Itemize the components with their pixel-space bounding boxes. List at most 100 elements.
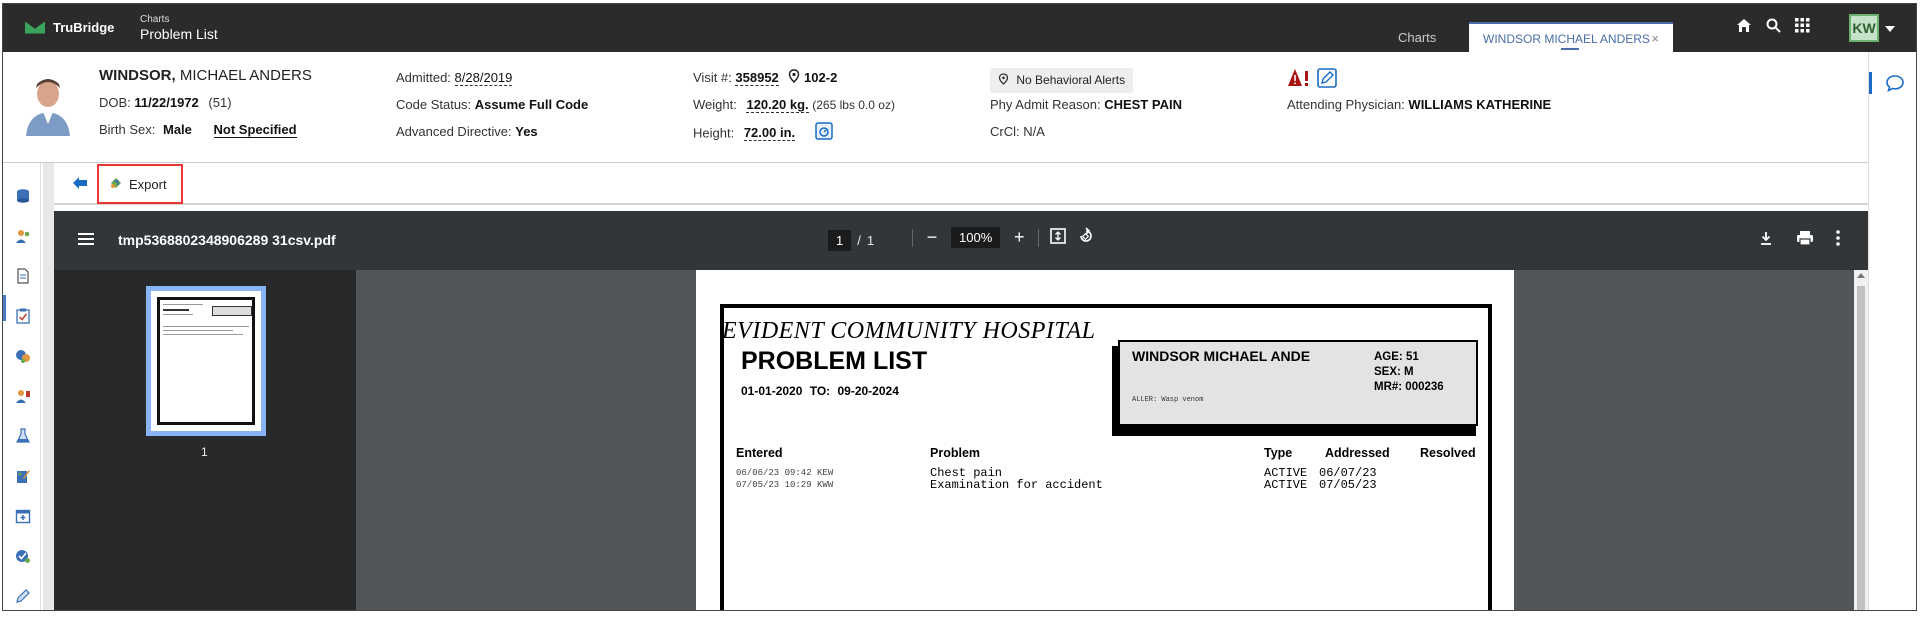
report-allergy: ALLER: Wasp venom [1132,396,1204,404]
report-age: AGE: 51 [1374,351,1419,363]
report-hospital-name: EVIDENT COMMUNITY HOSPITAL [722,318,1096,344]
sidebar-lab-flask-icon[interactable] [15,428,31,444]
sidebar-notes-icon[interactable] [15,468,31,484]
search-icon[interactable] [1766,18,1781,33]
code-status-row: Code Status: Assume Full Code [396,95,588,122]
pdf-toolbar: tmp5368802348906289 31csv.pdf 1 / 1 − 10… [54,211,1868,270]
report-patient-name: WINDSOR MICHAEL ANDE [1132,348,1311,364]
back-arrow-icon[interactable] [72,176,88,190]
patient-first-names: MICHAEL ANDERS [179,67,312,84]
adv-directive-value: Yes [515,124,538,139]
pdf-scrollbar[interactable] [1854,270,1868,610]
patient-col-3: Visit #: 358952 102-2 Weight: 120.20 kg.… [693,68,895,149]
attending-label: Attending Physician: [1287,97,1405,112]
report-date-range: 01-01-2020 TO: 09-20-2024 [741,384,899,398]
report-sex: SEX: M [1374,366,1414,378]
tab-charts[interactable]: Charts [1398,30,1436,45]
sidebar-verify-icon[interactable] [15,548,31,564]
admitted-row: Admitted: 8/28/2019 [396,68,588,95]
height-label: Height: [693,125,735,141]
sidebar-medication-icon[interactable] [15,348,31,364]
pdf-page-separator: / [857,233,861,248]
download-icon[interactable] [1758,230,1774,251]
print-icon[interactable] [1796,230,1814,251]
height-value[interactable]: 72.00 in. [743,125,796,142]
pdf-page-input[interactable]: 1 [828,230,852,251]
patient-name: WINDSOR, MICHAEL ANDERS [99,66,312,93]
zoom-in-button[interactable]: + [1010,227,1028,248]
patient-banner: WINDSOR, MICHAEL ANDERS DOB: 11/22/1972 … [3,52,1868,163]
birth-sex-label: Birth Sex: [99,122,156,137]
age-value: (51) [208,95,232,110]
col-header-problem: Problem [930,446,981,460]
visit-value[interactable]: 358952 [735,70,779,86]
more-options-icon[interactable] [1836,230,1840,251]
breadcrumb-parent[interactable]: Charts [140,14,218,25]
zoom-out-button[interactable]: − [923,227,941,248]
pdf-zoom-divider-2 [1038,228,1040,247]
allergy-alert-icon[interactable] [1287,68,1311,94]
right-rail-indicator [1869,72,1872,94]
thumb-line [163,309,189,311]
tab-indicator [1561,48,1579,50]
report-patient-box: WINDSOR MICHAEL ANDE AGE: 51 SEX: M MR#:… [1118,340,1478,426]
right-rail [1868,52,1916,610]
pdf-zoom-divider [912,228,913,247]
pdf-filename: tmp5368802348906289 31csv.pdf [118,232,336,248]
visit-row: Visit #: 358952 102-2 [693,68,895,95]
edit-note-icon[interactable] [1316,68,1337,94]
tab-patient-label: WINDSOR MICHAEL ANDERS [1483,32,1650,46]
weight-label: Weight: [693,97,737,112]
tab-patient[interactable]: WINDSOR MICHAEL ANDERS × [1469,22,1673,52]
scroll-up-arrow-icon[interactable] [1857,273,1865,278]
dob-label: DOB: [99,95,131,110]
sidebar-document-icon[interactable] [15,268,31,284]
admitted-label: Admitted: [396,70,451,85]
col-header-resolved: Resolved [1420,446,1476,460]
zoom-level-input[interactable]: 100% [951,227,1001,248]
user-menu-caret-icon[interactable] [1885,26,1895,32]
user-avatar[interactable]: KW [1849,14,1879,42]
sidebar-pen-icon[interactable] [15,588,31,604]
pdf-menu-icon[interactable] [78,232,94,246]
thumb-line [163,334,243,335]
gender-value[interactable]: Not Specified [213,122,297,138]
dob-value: 11/22/1972 [134,95,199,110]
export-button[interactable]: Export [97,164,183,204]
pdf-thumbnail-page-1[interactable] [146,286,266,436]
crcl-value: N/A [1023,124,1045,139]
patient-col-5: Attending Physician: WILLIAMS KATHERINE [1287,68,1551,122]
scrollbar-thumb[interactable] [1857,286,1865,610]
row-2-problem: Examination for accident [930,478,1103,492]
adv-directive-row: Advanced Directive: Yes [396,122,588,149]
tab-close-icon[interactable]: × [1651,31,1659,46]
sidebar-database-icon[interactable] [15,188,31,204]
fit-page-icon[interactable] [1049,227,1067,248]
behavioral-alert-badge[interactable]: No Behavioral Alerts [990,68,1134,93]
breadcrumb: Charts Problem List [140,14,218,42]
row-2-entered: 07/05/23 10:29 KWW [736,480,834,490]
brand-mark-icon [25,22,45,34]
behavioral-alert-text: No Behavioral Alerts [1016,73,1126,87]
crcl-label: CrCl: [990,124,1020,139]
location-alert-icon [998,71,1009,91]
weight-value[interactable]: 120.20 kg. [746,97,809,113]
pdf-viewer: 1 EVIDENT COMMUNITY HOSPITAL PROBLEM LIS… [54,270,1868,610]
apps-grid-icon[interactable] [1795,18,1810,33]
home-icon[interactable] [1736,18,1752,33]
sidebar-orders-icon[interactable] [15,388,31,404]
row-2-addressed: 07/05/23 [1319,478,1377,492]
brand-logo[interactable]: TruBridge [25,20,114,35]
sidebar-care-team-icon[interactable] [15,228,31,244]
admit-reason-row: Phy Admit Reason: CHEST PAIN [990,95,1182,122]
thumbnail-preview [157,297,255,425]
left-sidebar [3,163,41,610]
export-label: Export [129,176,167,192]
admitted-value[interactable]: 8/28/2019 [454,70,513,86]
rotate-icon[interactable] [1077,227,1095,248]
sidebar-calendar-icon[interactable] [15,508,31,524]
chat-icon[interactable] [1885,74,1905,97]
dob-row: DOB: 11/22/1972 (51) [99,93,312,120]
sidebar-problem-list-icon[interactable] [15,308,31,324]
measurement-icon[interactable] [815,122,833,146]
